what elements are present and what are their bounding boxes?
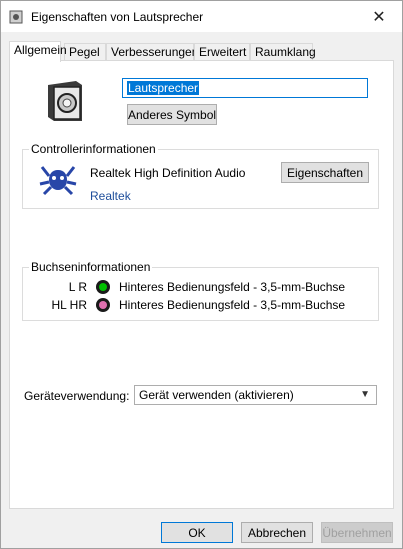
tab-verbesserungen[interactable]: Verbesserungen [106,43,198,61]
close-icon: ✕ [372,8,386,26]
tab-erweitert[interactable]: Erweitert [194,43,250,61]
window-title: Eigenschaften von Lautsprecher [31,10,204,24]
device-name-field[interactable]: Lautsprecher [122,78,368,98]
device-name-value: Lautsprecher [127,81,200,95]
jack-info-group: Buchseninformationen L R Hinteres Bedien… [22,260,379,321]
device-usage-value: Gerät verwenden (aktivieren) [139,388,294,402]
speaker-icon [9,10,23,24]
green-jack-icon [96,280,110,294]
tab-pegel[interactable]: Pegel [64,43,106,61]
apply-button[interactable]: Übernehmen [321,522,393,543]
pink-jack-icon [96,298,110,312]
controller-group-label: Controllerinformationen [29,142,158,156]
device-usage-select[interactable]: Gerät verwenden (aktivieren) ▼ [134,385,377,405]
jack-description: Hinteres Bedienungsfeld - 3,5-mm-Buchse [119,298,346,312]
jack-group-label: Buchseninformationen [29,260,153,274]
controller-info-group: Controllerinformationen Realtek High Def… [22,142,379,209]
controller-name: Realtek High Definition Audio [90,166,246,180]
tab-raumklang[interactable]: Raumklang [250,43,316,61]
device-usage-label: Geräteverwendung: [24,389,130,403]
cancel-button[interactable]: Abbrechen [241,522,313,543]
chevron-down-icon: ▼ [360,389,370,400]
properties-dialog: Eigenschaften von Lautsprecher ✕ Allgeme… [0,0,403,549]
jack-channels: HL HR [51,298,87,312]
close-button[interactable]: ✕ [356,1,402,32]
realtek-crab-icon [39,166,77,196]
realtek-link[interactable]: Realtek [90,189,131,203]
tab-panel-allgemein: Lautsprecher Anderes Symbol Controllerin… [9,60,394,509]
change-icon-button[interactable]: Anderes Symbol [127,104,217,125]
speaker-device-icon [48,81,82,121]
jack-description: Hinteres Bedienungsfeld - 3,5-mm-Buchse [119,280,346,294]
tab-allgemein[interactable]: Allgemein [9,41,67,62]
controller-properties-button[interactable]: Eigenschaften [281,162,369,183]
title-bar: Eigenschaften von Lautsprecher ✕ [1,1,402,32]
ok-button[interactable]: OK [161,522,233,543]
jack-channels: L R [68,280,87,294]
